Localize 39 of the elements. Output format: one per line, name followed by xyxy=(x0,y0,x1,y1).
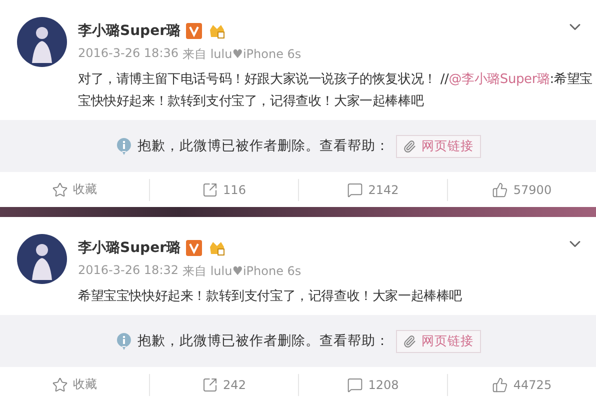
post-time[interactable]: 2016-3-26 18:32 xyxy=(78,263,178,280)
web-link[interactable]: 网页链接 xyxy=(396,134,480,158)
comment-icon xyxy=(347,376,364,392)
comment-button[interactable]: 2142 xyxy=(347,182,399,198)
verified-icon xyxy=(186,23,202,39)
post-source: 来自 lulu♥iPhone 6s xyxy=(182,46,302,63)
deleted-notice: 抱歉，此微博已被作者删除。查看帮助： xyxy=(138,137,390,155)
like-button[interactable]: 57900 xyxy=(492,182,552,198)
deleted-notice: 抱歉，此微博已被作者删除。查看帮助： xyxy=(138,332,390,350)
thumbs-up-icon xyxy=(492,376,508,392)
crown-icon xyxy=(208,239,226,257)
comment-button[interactable]: 1208 xyxy=(347,376,399,392)
verified-icon xyxy=(186,240,202,256)
thumbs-up-icon xyxy=(492,182,508,198)
star-icon xyxy=(52,376,68,392)
info-icon xyxy=(116,332,132,350)
mention-link[interactable]: @李小璐Super璐 xyxy=(448,72,550,87)
star-icon xyxy=(52,182,68,198)
post-text: 希望宝宝快快好起来！款转到支付宝了，记得查收！大家一起棒棒吧 xyxy=(78,288,464,306)
avatar[interactable] xyxy=(17,17,67,67)
like-button[interactable]: 44725 xyxy=(492,376,552,392)
share-icon xyxy=(202,376,218,392)
paperclip-icon xyxy=(402,334,416,348)
favorite-button[interactable]: 收藏 xyxy=(52,376,97,393)
repost-button[interactable]: 116 xyxy=(202,182,246,198)
author-name[interactable]: 李小璐Super璐 xyxy=(78,22,180,40)
post-text: 对了，请博主留下电话号码！好跟大家说一说孩子的恢复状况！ //@李小璐Super璐:希望宝宝快快好起来！款转到支付宝了，记得查收！大家一起棒棒吧 xyxy=(78,71,593,111)
post-source: 来自 lulu♥iPhone 6s xyxy=(182,263,302,280)
comment-icon xyxy=(347,182,364,198)
favorite-button[interactable]: 收藏 xyxy=(52,181,97,198)
info-icon xyxy=(116,137,132,155)
web-link[interactable]: 网页链接 xyxy=(396,330,480,352)
post-time[interactable]: 2016-3-26 18:36 xyxy=(78,46,178,63)
crown-icon xyxy=(208,22,226,40)
share-icon xyxy=(202,182,218,198)
avatar[interactable] xyxy=(17,234,67,284)
repost-button[interactable]: 242 xyxy=(202,376,246,392)
author-name[interactable]: 李小璐Super璐 xyxy=(78,239,180,257)
paperclip-icon xyxy=(402,140,416,152)
